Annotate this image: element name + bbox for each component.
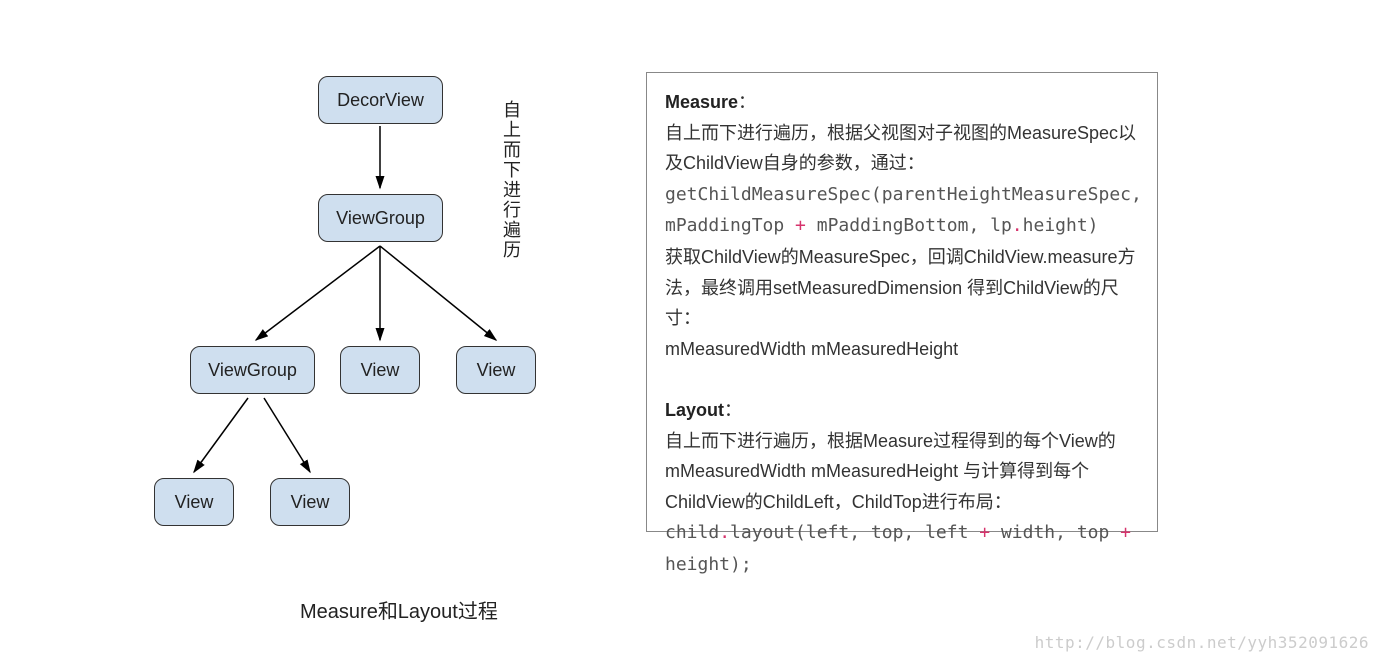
code-op: + xyxy=(795,215,806,236)
watermark: http://blog.csdn.net/yyh352091626 xyxy=(1035,633,1369,652)
code-frag: width, top xyxy=(990,522,1120,543)
info-panel: Measure： 自上而下进行遍历，根据父视图对子视图的MeasureSpec以… xyxy=(646,72,1158,532)
code-frag: layout(left, top, left xyxy=(730,522,979,543)
tree-diagram: DecorView ViewGroup ViewGroup View View … xyxy=(130,70,600,530)
node-view-3: View xyxy=(154,478,234,526)
node-label: ViewGroup xyxy=(208,360,297,381)
layout-section: Layout： 自上而下进行遍历，根据Measure过程得到的每个View的mM… xyxy=(665,395,1139,581)
code-getchildmeasurespec-2: mPaddingTop + mPaddingBottom, lp.height) xyxy=(665,215,1099,236)
node-label: View xyxy=(291,492,330,513)
measure-result: mMeasuredWidth mMeasuredHeight xyxy=(665,339,958,359)
code-op: + xyxy=(979,522,990,543)
code-dot: . xyxy=(719,522,730,543)
code-op: + xyxy=(1120,522,1131,543)
colon: ： xyxy=(738,92,756,112)
node-label: View xyxy=(175,492,214,513)
colon: ： xyxy=(724,400,742,420)
code-frag: mPaddingBottom, lp xyxy=(806,215,1012,236)
diagram-caption: Measure和Layout过程 xyxy=(300,595,498,624)
measure-after: 获取ChildView的MeasureSpec，回调ChildView.meas… xyxy=(665,247,1136,328)
node-viewgroup-child: ViewGroup xyxy=(190,346,315,394)
code-frag: child xyxy=(665,522,719,543)
code-getchildmeasurespec-1: getChildMeasureSpec(parentHeightMeasureS… xyxy=(665,184,1142,205)
code-dot: . xyxy=(1012,215,1023,236)
code-frag: height); xyxy=(665,554,752,575)
node-label: View xyxy=(361,360,400,381)
node-decorview: DecorView xyxy=(318,76,443,124)
code-frag: mPaddingTop xyxy=(665,215,795,236)
measure-intro: 自上而下进行遍历，根据父视图对子视图的MeasureSpec以及ChildVie… xyxy=(665,123,1136,174)
measure-section: Measure： 自上而下进行遍历，根据父视图对子视图的MeasureSpec以… xyxy=(665,87,1139,364)
traversal-label: 自上而下进行遍历 xyxy=(498,100,524,260)
code-frag: height) xyxy=(1023,215,1099,236)
layout-intro: 自上而下进行遍历，根据Measure过程得到的每个View的mMeasuredW… xyxy=(665,431,1116,512)
node-label: View xyxy=(477,360,516,381)
node-view-4: View xyxy=(270,478,350,526)
node-label: ViewGroup xyxy=(336,208,425,229)
node-view-1: View xyxy=(340,346,420,394)
measure-title: Measure xyxy=(665,92,738,112)
layout-title: Layout xyxy=(665,400,724,420)
tree-arrows xyxy=(130,70,600,530)
node-viewgroup-root: ViewGroup xyxy=(318,194,443,242)
node-label: DecorView xyxy=(337,90,424,111)
code-child-layout: child.layout(left, top, left + width, to… xyxy=(665,522,1131,575)
node-view-2: View xyxy=(456,346,536,394)
